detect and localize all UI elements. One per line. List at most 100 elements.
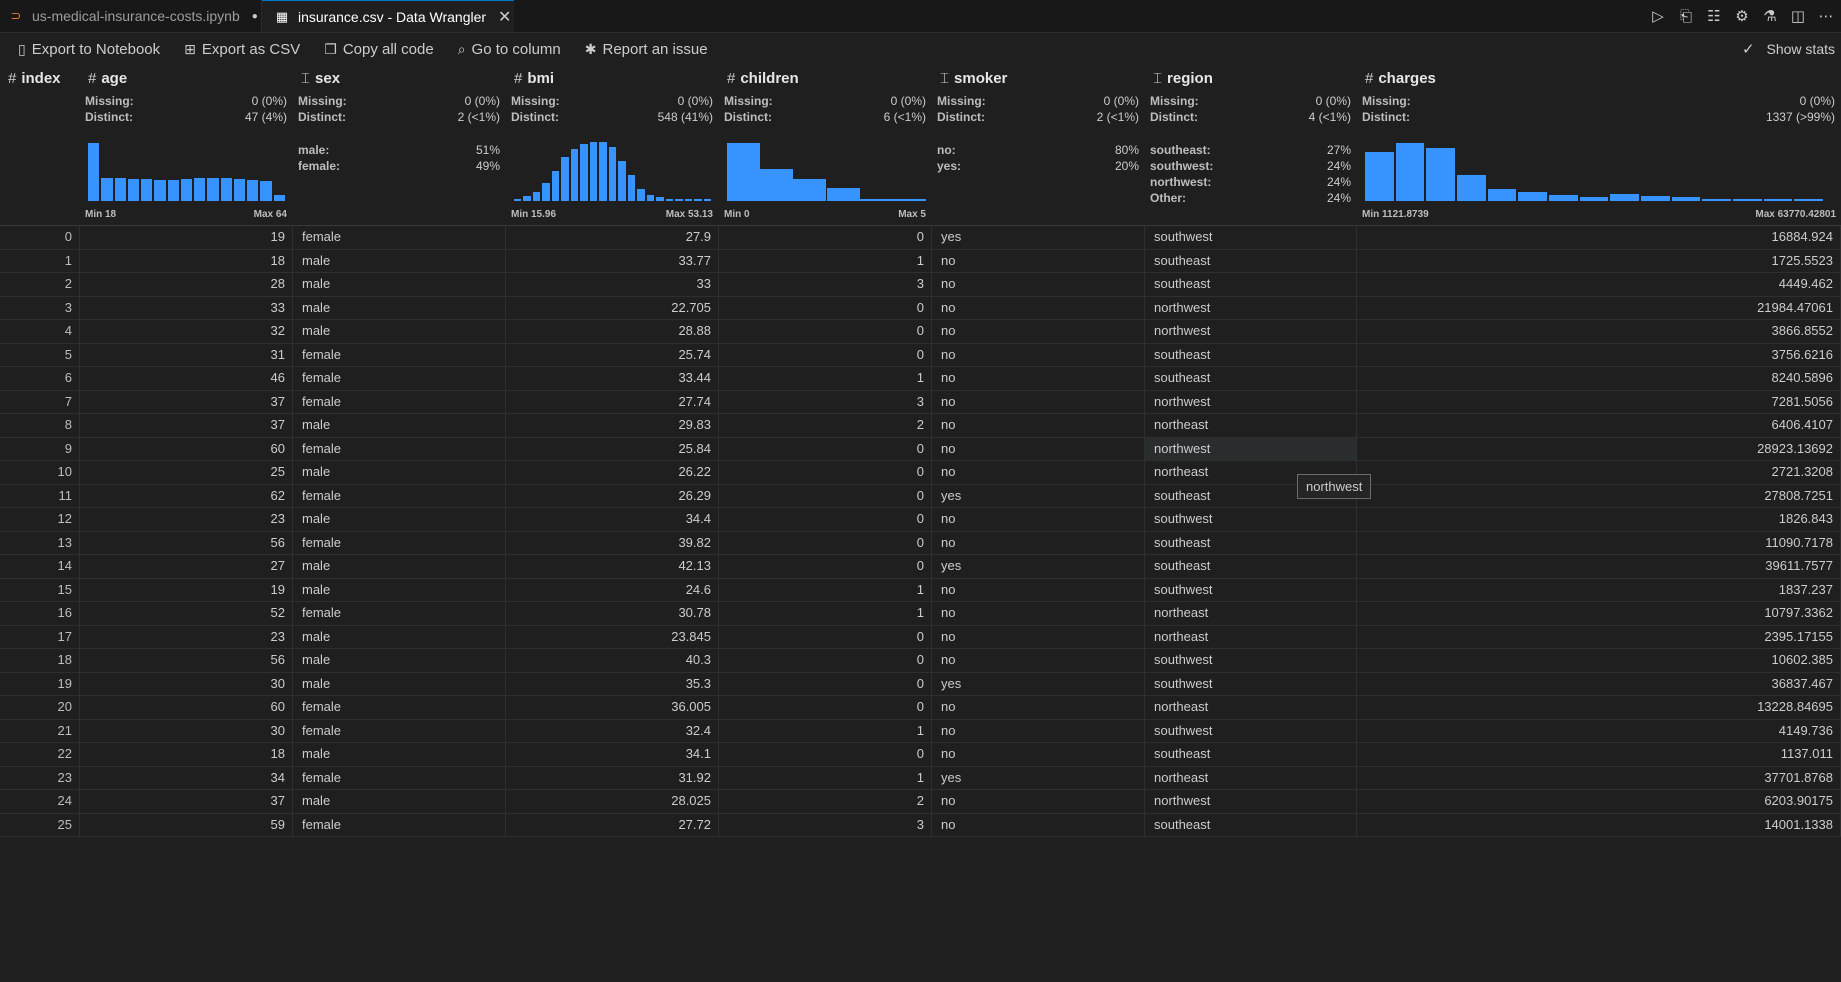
cell-charges[interactable]: 36837.467 <box>1357 672 1841 695</box>
cell-bmi[interactable]: 28.025 <box>506 790 719 813</box>
cell-charges[interactable]: 7281.5056 <box>1357 390 1841 413</box>
cell-charges[interactable]: 14001.1338 <box>1357 813 1841 836</box>
cell-bmi[interactable]: 24.6 <box>506 578 719 601</box>
table-row[interactable]: 21 30 female 32.4 1 no southwest 4149.736 <box>0 719 1841 743</box>
cell-sex[interactable]: male <box>293 790 506 813</box>
column-header-bmi[interactable]: # bmi Missing: 0 (0%) Distinct: 548 (41%) Min … <box>506 66 719 226</box>
row-index[interactable]: 22 <box>0 743 80 766</box>
cell-charges[interactable]: 1725.5523 <box>1357 249 1841 272</box>
cell-age[interactable]: 25 <box>80 461 293 484</box>
cell-bmi[interactable]: 32.4 <box>506 719 719 742</box>
cell-age[interactable]: 56 <box>80 531 293 554</box>
cell-region[interactable]: southeast <box>1145 531 1357 554</box>
cell-sex[interactable]: female <box>293 343 506 366</box>
row-index[interactable]: 18 <box>0 649 80 672</box>
cell-charges[interactable]: 39611.7577 <box>1357 555 1841 578</box>
table-row[interactable]: 22 18 male 34.1 0 no southeast 1137.011 <box>0 743 1841 767</box>
row-index[interactable]: 16 <box>0 602 80 625</box>
cell-bmi[interactable]: 27.72 <box>506 813 719 836</box>
cell-smoker[interactable]: no <box>932 602 1145 625</box>
table-row[interactable]: 25 59 female 27.72 3 no southeast 14001.1338 <box>0 813 1841 837</box>
table-row[interactable]: 15 19 male 24.6 1 no southwest 1837.237 <box>0 578 1841 602</box>
cell-smoker[interactable]: no <box>932 578 1145 601</box>
cell-smoker[interactable]: yes <box>932 226 1145 249</box>
cell-age[interactable]: 18 <box>80 743 293 766</box>
cell-bmi[interactable]: 26.29 <box>506 484 719 507</box>
cell-charges[interactable]: 4149.736 <box>1357 719 1841 742</box>
cell-region[interactable]: southeast <box>1145 367 1357 390</box>
column-name[interactable]: # index <box>8 70 61 87</box>
cell-bmi[interactable]: 25.74 <box>506 343 719 366</box>
cell-region[interactable]: southwest <box>1145 226 1357 249</box>
split-editor-icon[interactable]: ◫ <box>1789 7 1807 25</box>
column-header-smoker[interactable]: ⌶ smoker Missing: 0 (0%) Distinct: 2 (<1%) no:… <box>932 66 1145 226</box>
column-header-region[interactable]: ⌶ region Missing: 0 (0%) Distinct: 4 (<1%) sou… <box>1145 66 1357 226</box>
row-index[interactable]: 7 <box>0 390 80 413</box>
cell-smoker[interactable]: no <box>932 508 1145 531</box>
cell-age[interactable]: 32 <box>80 320 293 343</box>
cell-sex[interactable]: male <box>293 578 506 601</box>
cell-charges[interactable]: 10602.385 <box>1357 649 1841 672</box>
cell-children[interactable]: 0 <box>719 484 932 507</box>
cell-region[interactable]: southwest <box>1145 508 1357 531</box>
column-header-sex[interactable]: ⌶ sex Missing: 0 (0%) Distinct: 2 (<1%) male: 5… <box>293 66 506 226</box>
cell-sex[interactable]: male <box>293 743 506 766</box>
copy-all-code-button[interactable]: ❐ Copy all code <box>324 41 433 58</box>
cell-age[interactable]: 30 <box>80 719 293 742</box>
cell-bmi[interactable]: 22.705 <box>506 296 719 319</box>
table-row[interactable]: 10 25 male 26.22 0 no northeast 2721.3208 <box>0 461 1841 485</box>
cell-charges[interactable]: 6203.90175 <box>1357 790 1841 813</box>
row-index[interactable]: 11 <box>0 484 80 507</box>
cell-region[interactable]: northwest <box>1145 390 1357 413</box>
cell-sex[interactable]: male <box>293 461 506 484</box>
cell-sex[interactable]: female <box>293 766 506 789</box>
cell-children[interactable]: 0 <box>719 531 932 554</box>
cell-region[interactable]: southeast <box>1145 813 1357 836</box>
cell-age[interactable]: 59 <box>80 813 293 836</box>
go-to-column-button[interactable]: ⌕ Go to column <box>458 41 561 58</box>
cell-smoker[interactable]: no <box>932 320 1145 343</box>
cell-children[interactable]: 3 <box>719 390 932 413</box>
cell-age[interactable]: 62 <box>80 484 293 507</box>
row-index[interactable]: 3 <box>0 296 80 319</box>
cell-sex[interactable]: male <box>293 625 506 648</box>
cell-children[interactable]: 0 <box>719 461 932 484</box>
cell-smoker[interactable]: yes <box>932 484 1145 507</box>
column-name[interactable]: # children <box>727 70 799 87</box>
cell-children[interactable]: 0 <box>719 649 932 672</box>
cell-region[interactable]: southeast <box>1145 555 1357 578</box>
cell-bmi[interactable]: 33 <box>506 273 719 296</box>
table-row[interactable]: 2 28 male 33 3 no southeast 4449.462 <box>0 273 1841 297</box>
cell-bmi[interactable]: 27.9 <box>506 226 719 249</box>
cell-bmi[interactable]: 39.82 <box>506 531 719 554</box>
cell-charges[interactable]: 8240.5896 <box>1357 367 1841 390</box>
cell-sex[interactable]: female <box>293 602 506 625</box>
cell-charges[interactable]: 1137.011 <box>1357 743 1841 766</box>
cell-age[interactable]: 37 <box>80 414 293 437</box>
row-index[interactable]: 21 <box>0 719 80 742</box>
cell-sex[interactable]: female <box>293 226 506 249</box>
cell-sex[interactable]: female <box>293 437 506 460</box>
cell-age[interactable]: 19 <box>80 226 293 249</box>
cell-region[interactable]: northeast <box>1145 625 1357 648</box>
report-issue-button[interactable]: ✱ Report an issue <box>585 41 708 58</box>
row-index[interactable]: 9 <box>0 437 80 460</box>
row-index[interactable]: 25 <box>0 813 80 836</box>
table-row[interactable]: 16 52 female 30.78 1 no northeast 10797.3362 <box>0 602 1841 626</box>
cell-children[interactable]: 0 <box>719 555 932 578</box>
cell-region[interactable]: northeast <box>1145 414 1357 437</box>
column-header-charges[interactable]: # charges Missing: 0 (0%) Distinct: 1337 (>99… <box>1357 66 1841 226</box>
cell-age[interactable]: 52 <box>80 602 293 625</box>
gear-icon[interactable]: ⚙ <box>1733 7 1751 25</box>
column-name[interactable]: ⌶ region <box>1153 70 1213 87</box>
row-index[interactable]: 13 <box>0 531 80 554</box>
cell-age[interactable]: 23 <box>80 508 293 531</box>
row-index[interactable]: 20 <box>0 696 80 719</box>
cell-age[interactable]: 34 <box>80 766 293 789</box>
cell-sex[interactable]: male <box>293 555 506 578</box>
cell-smoker[interactable]: no <box>932 367 1145 390</box>
cell-smoker[interactable]: no <box>932 249 1145 272</box>
cell-sex[interactable]: male <box>293 273 506 296</box>
cell-region[interactable]: southeast <box>1145 273 1357 296</box>
cell-children[interactable]: 0 <box>719 696 932 719</box>
